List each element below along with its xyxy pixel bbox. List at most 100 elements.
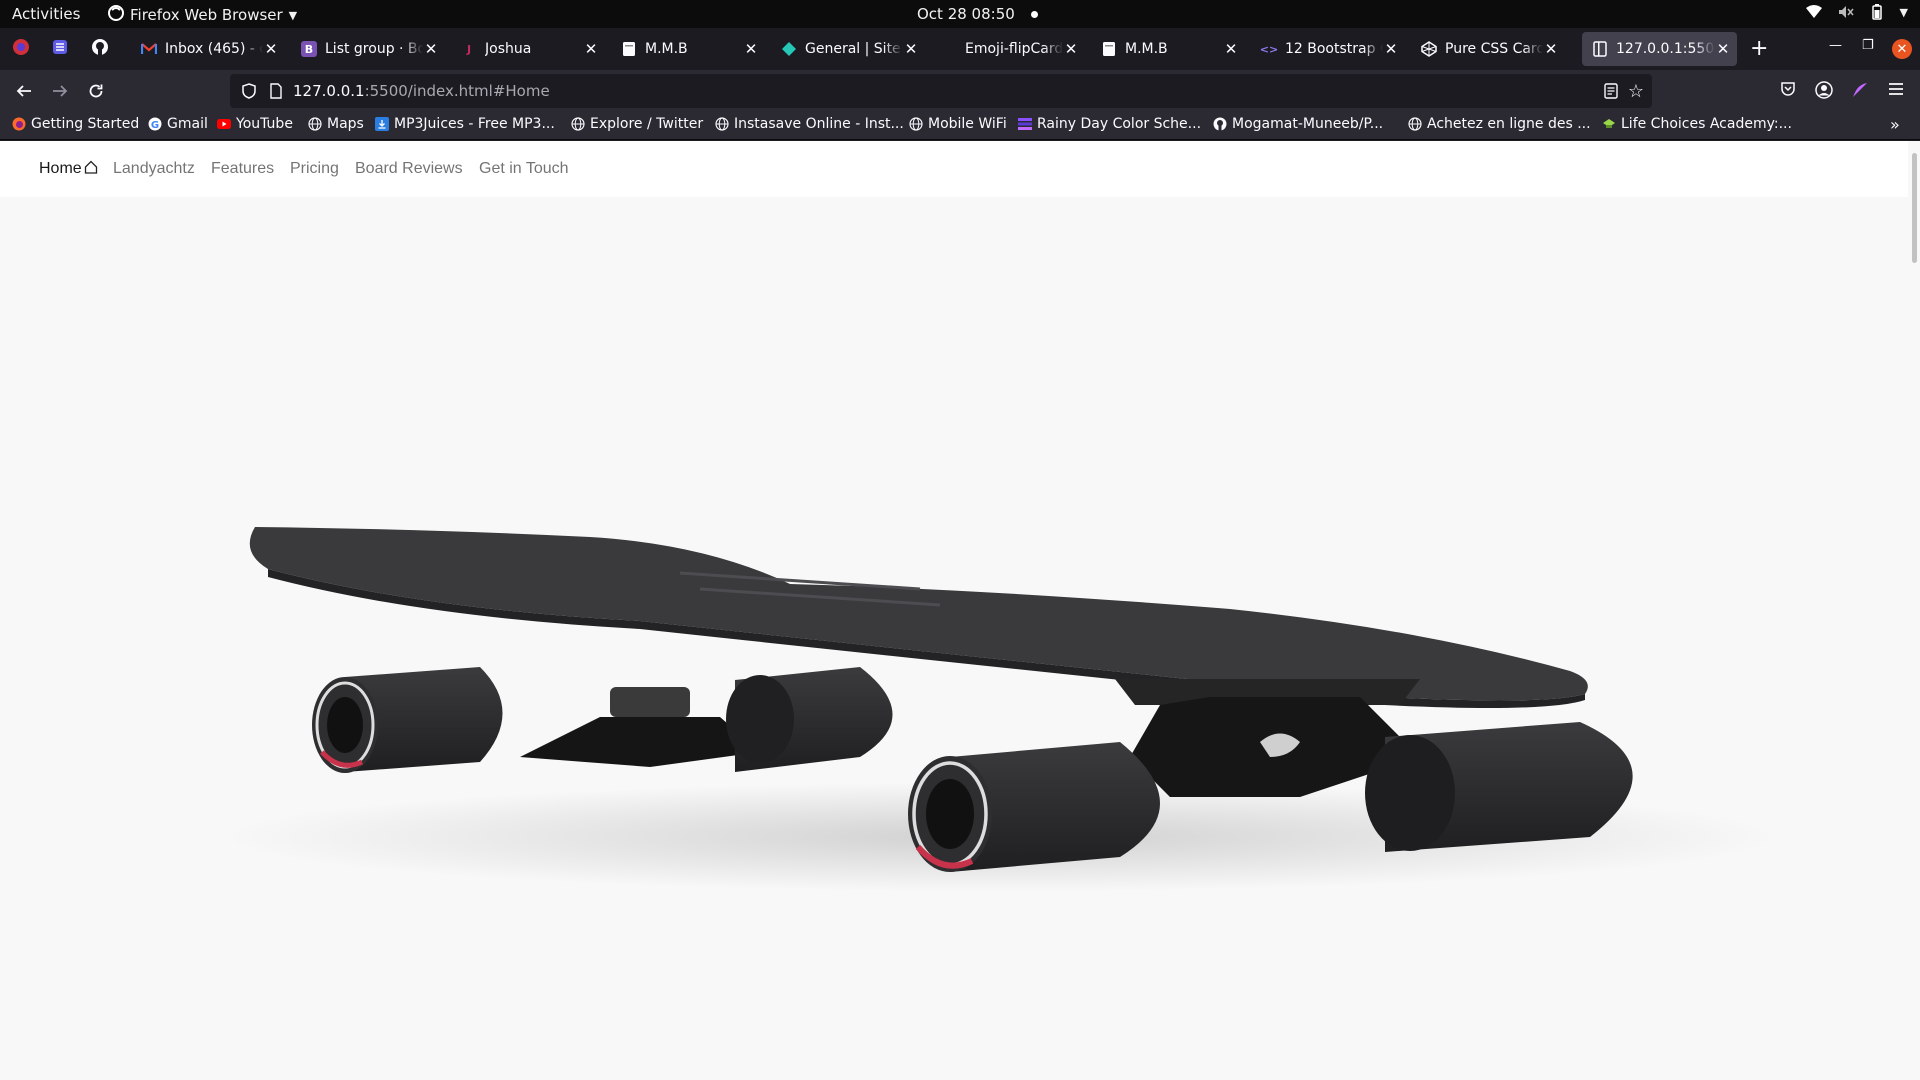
firefox-app-icon <box>108 5 124 25</box>
account-icon[interactable] <box>1815 81 1833 103</box>
close-icon[interactable]: ✕ <box>1063 40 1079 58</box>
palette-icon <box>1018 117 1032 131</box>
chevron-down-icon: ▼ <box>1899 5 1908 19</box>
bookmark-getting-started[interactable]: Getting Started <box>12 116 139 132</box>
tab-title: Pure CSS Card H <box>1445 41 1543 57</box>
extension-feather-icon[interactable] <box>1851 81 1869 103</box>
pinned-tab-github[interactable] <box>88 37 112 61</box>
chevron-double-right-icon[interactable]: » <box>1890 115 1900 134</box>
os-top-bar: Activities Firefox Web Browser ▼ Oct 28 … <box>0 0 1920 28</box>
bookmark-maps[interactable]: Maps <box>308 116 364 132</box>
nav-link-landyachtz[interactable]: Landyachtz <box>113 160 195 178</box>
bookmark-star-icon[interactable]: ☆ <box>1628 81 1644 102</box>
page-scrollbar[interactable] <box>1908 141 1920 1080</box>
bookmark-twitter[interactable]: Explore / Twitter <box>571 116 703 132</box>
shield-icon[interactable] <box>242 83 256 103</box>
bookmark-mobile-wifi[interactable]: Mobile WiFi <box>909 116 1007 132</box>
close-icon[interactable]: ✕ <box>423 40 439 58</box>
app-menu[interactable]: Firefox Web Browser ▼ <box>108 5 297 25</box>
tab-inbox[interactable]: Inbox (465) - da ✕ <box>131 32 285 66</box>
address-bar[interactable]: 127.0.0.1:5500/index.html#Home ☆ <box>230 74 1652 108</box>
wifi-icon <box>1805 5 1822 19</box>
front-right-wheel <box>1365 722 1633 852</box>
tab-strip: Inbox (465) - da ✕ B List group · Boo ✕ … <box>0 28 1920 70</box>
page-icon <box>1592 41 1608 57</box>
download-icon <box>375 117 389 131</box>
bookmark-gmail[interactable]: G Gmail <box>148 116 208 132</box>
activities-button[interactable]: Activities <box>12 5 80 23</box>
joshua-icon: J <box>466 42 472 56</box>
close-icon[interactable]: ✕ <box>1715 40 1731 58</box>
back-button[interactable] <box>13 80 35 102</box>
tab-bootstrap-cards[interactable]: <> 12 Bootstrap C ✕ <box>1251 32 1405 66</box>
bookmark-mp3juices[interactable]: MP3Juices - Free MP3... <box>375 116 555 132</box>
youtube-icon <box>217 117 231 131</box>
tab-title: 12 Bootstrap C <box>1285 41 1383 57</box>
close-icon[interactable]: ✕ <box>903 40 919 58</box>
tab-pure-css-card[interactable]: Pure CSS Card H ✕ <box>1411 32 1565 66</box>
system-tray[interactable]: ▼ <box>1805 4 1908 20</box>
tab-title: M.M.B <box>1125 41 1168 57</box>
bookmark-label: YouTube <box>236 116 293 132</box>
globe-icon <box>715 117 729 131</box>
close-icon[interactable]: ✕ <box>1543 40 1559 58</box>
codepen-icon <box>1421 41 1437 57</box>
bookmark-achetez[interactable]: Achetez en ligne des ... <box>1408 116 1591 132</box>
reader-view-icon[interactable] <box>1604 83 1618 103</box>
bookmark-life-choices[interactable]: Life Choices Academy:... <box>1602 116 1792 132</box>
battery-icon <box>1870 4 1884 20</box>
scrollbar-thumb[interactable] <box>1912 153 1917 263</box>
pinned-tab-notes[interactable] <box>48 37 72 61</box>
bookmark-instasave[interactable]: Instasave Online - Inst... <box>715 116 904 132</box>
github-icon <box>91 38 109 60</box>
bookmark-label: Mogamat-Muneeb/P... <box>1232 116 1384 132</box>
bookmark-label: Life Choices Academy:... <box>1621 116 1792 132</box>
window-close-button[interactable]: ✕ <box>1892 39 1912 59</box>
restore-button[interactable]: ❐ <box>1862 38 1874 53</box>
nav-link-home[interactable]: Home <box>39 160 98 179</box>
tab-joshua[interactable]: J Joshua ✕ <box>451 32 605 66</box>
bookmark-youtube[interactable]: YouTube <box>217 116 293 132</box>
close-icon[interactable]: ✕ <box>263 40 279 58</box>
new-tab-button[interactable]: + <box>1750 36 1768 61</box>
svg-text:G: G <box>151 120 159 131</box>
front-left-wheel <box>908 742 1160 872</box>
hamburger-menu-icon[interactable] <box>1888 81 1904 101</box>
bootstrap-icon: B <box>301 41 317 57</box>
globe-icon <box>909 117 923 131</box>
bookmark-label: MP3Juices - Free MP3... <box>394 116 555 132</box>
volume-muted-icon <box>1838 5 1854 19</box>
gmail-icon <box>141 41 157 57</box>
pinned-tab-extension[interactable] <box>9 37 33 61</box>
url-text[interactable]: 127.0.0.1:5500/index.html#Home <box>293 82 550 100</box>
tab-localhost[interactable]: 127.0.0.1:5500/ ✕ <box>1582 32 1737 66</box>
reload-icon <box>89 84 103 98</box>
nav-link-board-reviews[interactable]: Board Reviews <box>355 160 463 178</box>
tab-general-site[interactable]: General | Site se ✕ <box>771 32 925 66</box>
nav-link-features[interactable]: Features <box>211 160 274 178</box>
close-icon[interactable]: ✕ <box>1223 40 1239 58</box>
pocket-icon[interactable] <box>1780 81 1796 101</box>
close-icon[interactable]: ✕ <box>1383 40 1399 58</box>
bookmark-label: Instasave Online - Inst... <box>734 116 904 132</box>
page-info-icon[interactable] <box>270 83 282 103</box>
tab-list-group[interactable]: B List group · Boo ✕ <box>291 32 445 66</box>
bookmark-rainy-day[interactable]: Rainy Day Color Sche... <box>1018 116 1201 132</box>
rear-right-wheel <box>726 667 893 772</box>
academy-icon <box>1602 117 1616 131</box>
notification-dot-icon <box>1030 10 1038 18</box>
close-icon[interactable]: ✕ <box>743 40 759 58</box>
bookmark-github-repo[interactable]: Mogamat-Muneeb/P... <box>1213 116 1383 132</box>
netlify-icon <box>781 41 797 57</box>
nav-link-get-in-touch[interactable]: Get in Touch <box>479 160 569 178</box>
tab-mmb-2[interactable]: M.M.B ✕ <box>1091 32 1245 66</box>
clock[interactable]: Oct 28 08:50 <box>917 5 1038 23</box>
close-icon[interactable]: ✕ <box>583 40 599 58</box>
minimize-button[interactable]: — <box>1829 38 1842 53</box>
nav-link-pricing[interactable]: Pricing <box>290 160 339 178</box>
tab-emoji-flipcards[interactable]: Emoji-flipCards ✕ <box>931 32 1085 66</box>
globe-icon <box>1408 117 1422 131</box>
tab-mmb[interactable]: M.M.B ✕ <box>611 32 765 66</box>
reload-button[interactable] <box>85 80 107 102</box>
forward-button[interactable] <box>49 80 71 102</box>
